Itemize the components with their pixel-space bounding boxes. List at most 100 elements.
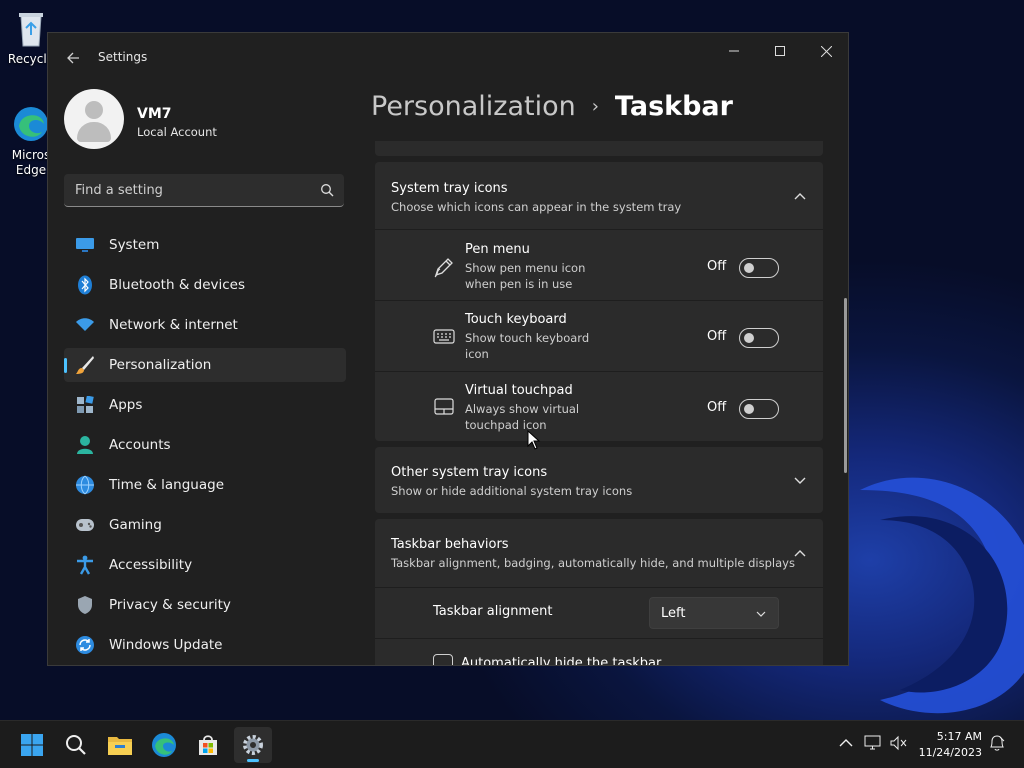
active-app-indicator xyxy=(247,759,259,762)
maximize-icon xyxy=(775,46,785,56)
sidebar-item-label: Bluetooth & devices xyxy=(109,277,246,293)
sidebar-item-system[interactable]: System xyxy=(64,228,346,262)
chevron-up-icon xyxy=(794,193,806,200)
sidebar-nav: System Bluetooth & devices Network & int… xyxy=(64,228,346,665)
sidebar-item-gaming[interactable]: Gaming xyxy=(64,508,346,542)
sidebar-item-personalization[interactable]: Personalization xyxy=(64,348,346,382)
close-button[interactable] xyxy=(803,35,848,67)
search-placeholder: Find a setting xyxy=(75,183,163,198)
breadcrumb: Personalization › Taskbar xyxy=(371,91,733,122)
update-icon xyxy=(75,635,95,655)
taskbar-search-button[interactable] xyxy=(57,727,95,763)
sidebar-item-label: Time & language xyxy=(109,477,225,493)
volume-tray-button[interactable] xyxy=(889,733,909,753)
settings-content: System tray icons Choose which icons can… xyxy=(375,141,823,665)
sidebar-item-accounts[interactable]: Accounts xyxy=(64,428,346,462)
system-tray-icons-header[interactable]: System tray icons Choose which icons can… xyxy=(375,162,823,229)
auto-hide-row: Automatically hide the taskbar xyxy=(375,639,823,665)
toggle-state-label: Off xyxy=(707,400,727,415)
virtual-touchpad-toggle[interactable] xyxy=(739,399,779,419)
keyboard-icon xyxy=(433,329,455,344)
scrollbar[interactable] xyxy=(844,298,847,473)
show-hidden-icons-button[interactable] xyxy=(836,733,856,753)
setting-description: Show touch keyboard icon xyxy=(465,331,590,361)
edge-button[interactable] xyxy=(145,727,183,763)
checkbox-label[interactable]: Automatically hide the taskbar xyxy=(461,656,661,665)
touch-keyboard-toggle[interactable] xyxy=(739,328,779,348)
minimize-icon xyxy=(729,50,739,52)
taskbar-behaviors-header[interactable]: Taskbar behaviors Taskbar alignment, bad… xyxy=(375,519,823,587)
settings-window: Settings VM7 Local Account Find a settin… xyxy=(47,32,849,666)
clock-date: 11/24/2023 xyxy=(918,746,982,759)
sidebar-item-apps[interactable]: Apps xyxy=(64,388,346,422)
sidebar-item-label: Network & internet xyxy=(109,317,238,333)
chevron-up-icon xyxy=(839,739,853,747)
minimize-button[interactable] xyxy=(711,35,757,67)
pen-icon xyxy=(434,258,453,278)
other-system-tray-icons-header[interactable]: Other system tray icons Show or hide add… xyxy=(375,447,823,513)
settings-icon xyxy=(243,735,263,755)
file-explorer-button[interactable] xyxy=(101,727,139,763)
section-title: Other system tray icons xyxy=(391,465,548,480)
globe-clock-icon xyxy=(75,475,95,495)
gamepad-icon xyxy=(75,515,95,535)
volume-muted-icon xyxy=(890,735,907,751)
title-bar: Settings xyxy=(48,33,848,81)
start-button[interactable] xyxy=(13,727,51,763)
setting-title: Taskbar alignment xyxy=(433,604,553,619)
close-icon xyxy=(820,45,832,57)
accessibility-icon xyxy=(75,555,95,575)
auto-hide-checkbox[interactable] xyxy=(433,654,453,665)
dropdown-value: Left xyxy=(661,606,686,621)
touchpad-icon xyxy=(434,398,454,415)
sidebar-item-label: Accessibility xyxy=(109,557,193,573)
pen-menu-row: Pen menu Show pen menu icon when pen is … xyxy=(375,230,823,300)
sidebar-item-network[interactable]: Network & internet xyxy=(64,308,346,342)
notification-bell-icon xyxy=(990,735,1005,751)
chevron-right-icon: › xyxy=(591,96,599,117)
pen-menu-toggle[interactable] xyxy=(739,258,779,278)
sidebar-item-label: Personalization xyxy=(109,357,212,373)
toggle-state-label: Off xyxy=(707,259,727,274)
monitor-icon xyxy=(75,235,95,255)
file-explorer-icon xyxy=(108,737,132,755)
sidebar-item-windows-update[interactable]: Windows Update xyxy=(64,628,346,662)
wallpaper-swirl xyxy=(860,477,1024,714)
edge-icon xyxy=(152,733,176,757)
back-button[interactable] xyxy=(62,47,84,69)
bluetooth-icon xyxy=(75,275,95,295)
apps-icon xyxy=(75,395,95,415)
brush-icon xyxy=(75,355,95,375)
section-description: Show or hide additional system tray icon… xyxy=(391,484,633,498)
touch-keyboard-row: Touch keyboard Show touch keyboard icon … xyxy=(375,301,823,371)
taskbar-alignment-dropdown[interactable]: Left xyxy=(649,597,779,629)
edge-icon xyxy=(11,104,51,144)
sidebar-item-time-language[interactable]: Time & language xyxy=(64,468,346,502)
mouse-cursor-icon xyxy=(527,430,541,450)
search-icon xyxy=(321,184,334,197)
sidebar-item-privacy-security[interactable]: Privacy & security xyxy=(64,588,346,622)
sidebar-item-bluetooth[interactable]: Bluetooth & devices xyxy=(64,268,346,302)
network-tray-button[interactable] xyxy=(863,733,883,753)
sidebar-item-label: Apps xyxy=(109,397,143,413)
toggle-state-label: Off xyxy=(707,329,727,344)
back-arrow-icon xyxy=(67,52,79,64)
taskbar-alignment-row: Taskbar alignment Left xyxy=(375,588,823,638)
store-icon xyxy=(199,735,217,755)
avatar[interactable] xyxy=(64,89,124,149)
breadcrumb-parent[interactable]: Personalization xyxy=(371,91,576,122)
clock-time: 5:17 AM xyxy=(936,730,982,743)
person-icon xyxy=(75,435,95,455)
chevron-down-icon xyxy=(794,477,806,484)
section-title: System tray icons xyxy=(391,181,508,196)
search-input[interactable]: Find a setting xyxy=(64,174,344,207)
settings-taskbar-button[interactable] xyxy=(234,727,272,763)
notifications-button[interactable] xyxy=(987,733,1007,753)
taskbar-clock[interactable]: 5:17 AM 11/24/2023 xyxy=(908,729,982,761)
setting-title: Pen menu xyxy=(465,242,530,257)
sidebar-item-accessibility[interactable]: Accessibility xyxy=(64,548,346,582)
maximize-button[interactable] xyxy=(757,35,803,67)
taskbar: 5:17 AM 11/24/2023 xyxy=(0,720,1024,768)
page-title: Taskbar xyxy=(614,91,733,122)
store-button[interactable] xyxy=(189,727,227,763)
